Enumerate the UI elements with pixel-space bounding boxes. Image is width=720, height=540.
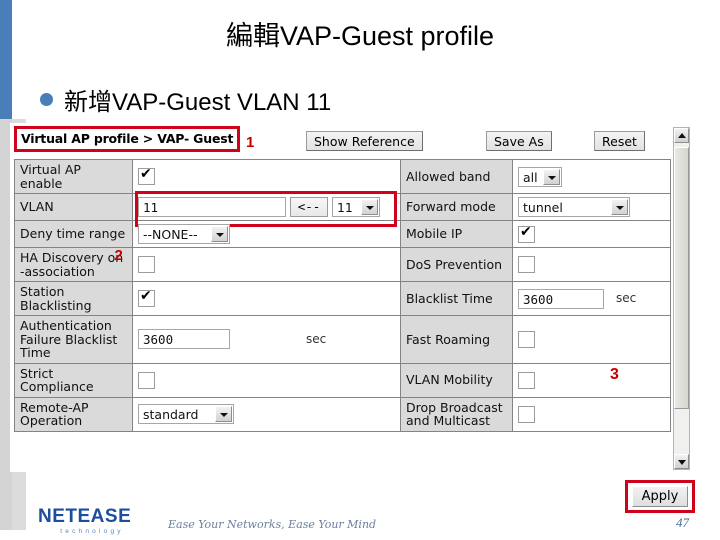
row-label-fast-roaming: Fast Roaming: [400, 315, 513, 364]
vlan-select[interactable]: 11: [331, 197, 380, 217]
row-value-virtual-ap-enable: [132, 159, 401, 194]
row-value-forward-mode: tunnel: [512, 193, 671, 221]
table-row: Virtual AP enable Allowed band all: [14, 159, 671, 194]
bullet-item: 新增VAP-Guest VLAN 11: [40, 82, 331, 117]
vertical-scrollbar[interactable]: [673, 127, 690, 470]
bullet-dot-icon: [40, 93, 53, 106]
reset-button[interactable]: Reset: [594, 131, 645, 151]
dos-prevention-checkbox[interactable]: [518, 256, 535, 273]
virtual-ap-profile-screenshot: Virtual AP profile > VAP- Guest 1 Show R…: [10, 123, 694, 472]
blacklist-time-unit: sec: [615, 291, 637, 305]
row-value-mobile-ip: [512, 220, 671, 248]
row-value-ha-discovery: [132, 247, 401, 282]
remote-ap-operation-select-value: standard: [143, 407, 199, 422]
deny-time-range-select[interactable]: --NONE--: [138, 224, 230, 244]
chevron-down-icon: [215, 406, 232, 422]
footer-tagline: Ease Your Networks, Ease Your Mind: [168, 518, 377, 531]
row-value-vlan-mobility: [512, 362, 671, 398]
table-row: Station Blacklisting Blacklist Time 3600…: [14, 281, 671, 316]
auth-failure-blacklist-time-unit: sec: [305, 331, 327, 346]
chevron-down-icon: [360, 199, 378, 215]
auth-failure-blacklist-time-input[interactable]: 3600: [138, 329, 230, 350]
apply-highlight-box: Apply: [625, 480, 695, 513]
vlan-text-input[interactable]: 11: [138, 197, 286, 217]
row-label-mobile-ip: Mobile IP: [400, 220, 513, 248]
page-number: 47: [676, 515, 689, 530]
apply-button[interactable]: Apply: [632, 486, 688, 507]
row-label-virtual-ap-enable: Virtual AP enable: [14, 159, 133, 194]
table-row: VLAN 2 11 <-- 11 Forward mode tunnel: [14, 191, 671, 263]
row-label-drop-broadcast-multicast: Drop Broadcast and Multicast: [400, 396, 513, 432]
save-as-button[interactable]: Save As: [486, 131, 552, 151]
row-label-vlan-mobility: VLAN Mobility: [400, 362, 513, 398]
scrollbar-thumb[interactable]: [674, 147, 689, 409]
allowed-band-select[interactable]: all: [518, 166, 562, 187]
annotation-marker-3: 3: [610, 366, 619, 383]
row-value-allowed-band: all: [512, 159, 671, 194]
row-value-blacklist-time: 3600 sec: [512, 281, 671, 316]
fast-roaming-checkbox[interactable]: [518, 330, 535, 348]
row-value-drop-broadcast-multicast: [512, 396, 671, 432]
strict-compliance-checkbox[interactable]: [138, 371, 155, 389]
row-value-dos-prevention: [512, 247, 671, 282]
forward-mode-select[interactable]: tunnel: [518, 197, 630, 217]
breadcrumb[interactable]: Virtual AP profile > VAP- Guest: [21, 131, 233, 146]
table-row: HA Discovery on -association DoS Prevent…: [14, 247, 671, 282]
row-value-station-blacklisting: [132, 281, 401, 316]
breadcrumb-highlight-box: Virtual AP profile > VAP- Guest: [14, 126, 241, 152]
row-label-remote-ap-operation: Remote-AP Operation: [14, 396, 133, 432]
table-row: Remote-AP Operation standard Drop Broadc…: [14, 396, 671, 432]
show-reference-button[interactable]: Show Reference: [306, 131, 423, 151]
vlan-select-value: 11: [336, 200, 353, 215]
allowed-band-select-value: all: [523, 169, 538, 185]
annotation-marker-1: 1: [246, 134, 255, 151]
mobile-ip-checkbox[interactable]: [518, 224, 535, 243]
table-row: Strict Compliance VLAN Mobility: [14, 362, 671, 398]
virtual-ap-enable-checkbox[interactable]: [138, 166, 155, 185]
bullet-item-label: 新增VAP-Guest VLAN 11: [64, 89, 332, 116]
webui-toolbar: Virtual AP profile > VAP- Guest 1 Show R…: [10, 123, 680, 158]
netease-logo: NETEASE technology: [38, 507, 146, 535]
scroll-down-arrow-icon[interactable]: [674, 454, 689, 469]
row-label-allowed-band: Allowed band: [400, 159, 513, 194]
chevron-down-icon: [211, 226, 228, 242]
station-blacklisting-checkbox[interactable]: [138, 288, 155, 307]
row-value-remote-ap-operation: standard: [132, 396, 401, 432]
row-value-deny-time-range: --NONE--: [132, 220, 401, 248]
drop-broadcast-multicast-checkbox[interactable]: [518, 405, 535, 423]
row-label-auth-failure-blacklist-time: Authentication Failure Blacklist Time: [14, 315, 133, 364]
remote-ap-operation-select[interactable]: standard: [138, 404, 234, 424]
table-row: Deny time range --NONE-- Mobile IP: [14, 220, 671, 248]
row-value-auth-failure-blacklist-time: 3600 sec: [132, 315, 401, 364]
scroll-up-arrow-icon[interactable]: [674, 128, 689, 143]
configuration-table: Virtual AP enable Allowed band all VLAN …: [14, 159, 671, 432]
chevron-down-icon: [543, 168, 560, 185]
logo-wordmark: NETEASE: [38, 506, 132, 527]
annotation-marker-2: 2: [114, 246, 123, 264]
row-label-strict-compliance: Strict Compliance: [14, 362, 133, 398]
ha-discovery-checkbox[interactable]: [138, 256, 155, 273]
forward-mode-select-value: tunnel: [523, 200, 563, 215]
logo-tagline-sub: technology: [60, 528, 124, 535]
vlan-assign-button[interactable]: <--: [289, 197, 328, 217]
row-value-vlan: 11 <-- 11: [132, 191, 401, 227]
row-value-fast-roaming: [512, 315, 671, 364]
page-title: 編輯VAP-Guest profile: [225, 21, 495, 51]
chevron-down-icon: [611, 199, 628, 215]
row-label-blacklist-time: Blacklist Time: [400, 281, 513, 316]
deny-time-range-select-value: --NONE--: [143, 227, 198, 242]
row-label-vlan: VLAN 2: [14, 193, 133, 263]
table-row: Authentication Failure Blacklist Time 36…: [14, 315, 671, 364]
blacklist-time-input[interactable]: 3600: [518, 288, 604, 309]
row-value-strict-compliance: [132, 362, 401, 398]
row-label-station-blacklisting: Station Blacklisting: [14, 281, 133, 316]
row-label-deny-time-range: Deny time range: [14, 220, 133, 248]
row-label-dos-prevention: DoS Prevention: [400, 247, 513, 282]
vlan-mobility-checkbox[interactable]: [518, 371, 535, 389]
vlan-label-text: VLAN: [20, 199, 54, 215]
row-label-forward-mode: Forward mode: [400, 193, 513, 221]
